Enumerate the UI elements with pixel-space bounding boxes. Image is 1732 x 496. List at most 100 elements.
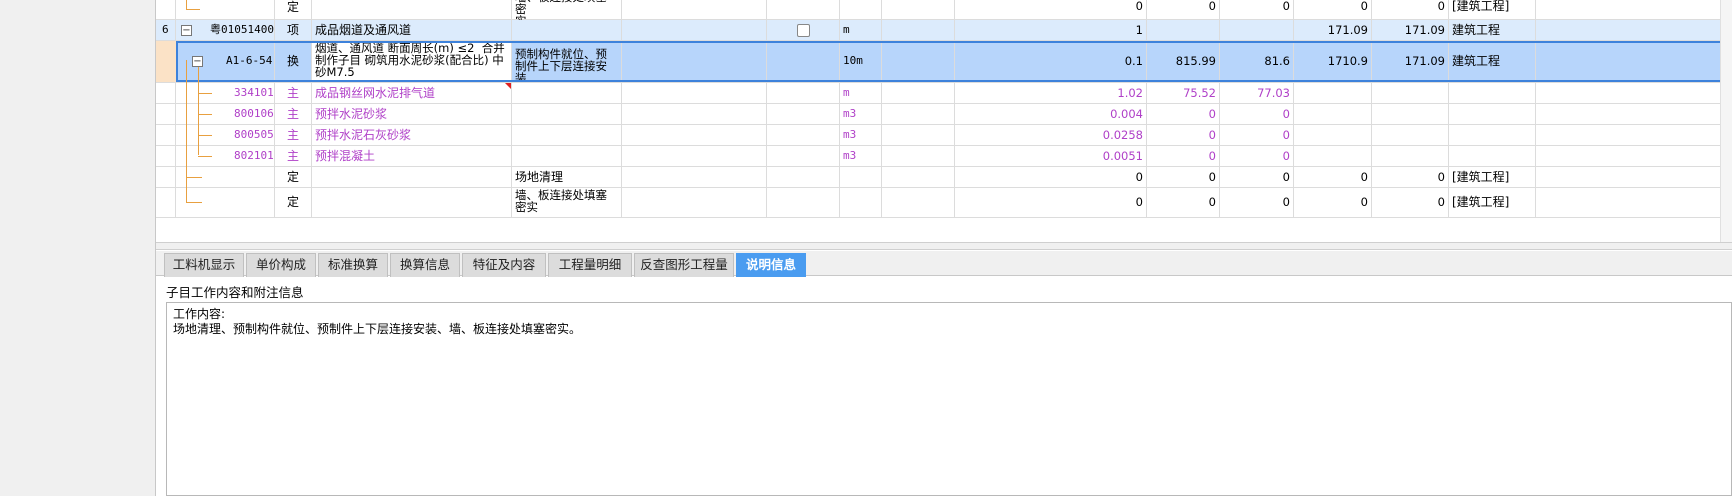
name-cell[interactable]: 成品烟道及通风道 xyxy=(312,20,512,40)
type-cell: 主 xyxy=(275,83,312,103)
tree-line xyxy=(198,67,199,155)
type-cell: 主 xyxy=(275,125,312,145)
tab-conversion-info[interactable]: 换算信息 xyxy=(390,253,460,277)
composite-total-cell: 0 xyxy=(1372,167,1449,187)
feature-cell[interactable]: 墙、板连接处填塞密实 xyxy=(512,188,622,217)
type-cell: 定 xyxy=(275,188,312,217)
vertical-scrollbar[interactable] xyxy=(1720,0,1732,242)
major-cell: 建筑工程 xyxy=(1449,20,1536,40)
price-cell: 0 xyxy=(1147,0,1220,19)
composite-price-cell: 171.09 xyxy=(1294,20,1372,40)
major-cell: [建筑工程] xyxy=(1449,167,1536,187)
composite-price-cell: 0 xyxy=(1294,0,1372,19)
composite-total-cell: 171.09 xyxy=(1372,41,1449,82)
budget-grid: 定 墙、板连接处填塞密 实 0 0 0 0 0 [建筑工程] 6 粤010514… xyxy=(156,0,1732,242)
table-row-material[interactable]: 80210180 主 预拌混凝土 m3 0.0051 0 0 xyxy=(156,146,1732,167)
qty-cell: 1.02 xyxy=(955,83,1147,103)
tree-line xyxy=(198,156,212,157)
splitter[interactable] xyxy=(156,242,1732,250)
qty-cell: 1 xyxy=(955,20,1147,40)
qty-cell: 0.1 xyxy=(955,41,1147,82)
tab-labor-material-machine[interactable]: 工料机显示 xyxy=(164,253,244,277)
table-row-material[interactable]: 3341019004 主 成品钢丝网水泥排气道 m 1.02 75.52 77.… xyxy=(156,83,1732,104)
tab-features-content[interactable]: 特征及内容 xyxy=(462,253,546,277)
composite-price-cell: 1710.9 xyxy=(1294,41,1372,82)
table-row-item-6[interactable]: 6 粤010514003… 项 成品烟道及通风道 m 1 171.09 171.… xyxy=(156,20,1732,41)
comment-marker-icon xyxy=(505,83,511,89)
price-cell: 0 xyxy=(1147,167,1220,187)
tree-line xyxy=(198,135,212,136)
collapse-icon[interactable]: − xyxy=(192,56,203,67)
code-cell[interactable]: 80050510 xyxy=(176,125,275,145)
code-cell[interactable]: 80210180 xyxy=(176,146,275,166)
amount-cell: 77.03 xyxy=(1220,83,1294,103)
tab-description-info[interactable]: 说明信息 xyxy=(736,253,806,277)
collapse-icon[interactable]: − xyxy=(181,25,192,36)
tab-unit-price-composition[interactable]: 单价构成 xyxy=(246,253,316,277)
table-row-selected[interactable]: A1-6-54 换 烟道、通风道 断面周长(m) ≤2 合并制作子目 砌筑用水泥… xyxy=(156,41,1732,83)
tree-line xyxy=(186,202,202,203)
code-cell[interactable]: 80010690 xyxy=(176,104,275,124)
qty-cell: 0.0258 xyxy=(955,125,1147,145)
amount-cell: 0 xyxy=(1220,167,1294,187)
name-cell[interactable]: 预拌水泥砂浆 xyxy=(312,104,512,124)
tree-line xyxy=(186,60,187,203)
amount-cell: 0 xyxy=(1220,146,1294,166)
price-cell: 0 xyxy=(1147,104,1220,124)
price-cell: 0 xyxy=(1147,125,1220,145)
composite-price-cell: 0 xyxy=(1294,167,1372,187)
info-line: 工作内容: xyxy=(173,307,226,321)
price-cell: 75.52 xyxy=(1147,83,1220,103)
table-row-material[interactable]: 80010690 主 预拌水泥砂浆 m3 0.004 0 0 xyxy=(156,104,1732,125)
type-cell: 主 xyxy=(275,104,312,124)
name-cell[interactable]: 成品钢丝网水泥排气道 xyxy=(312,83,512,103)
info-text-area[interactable]: 工作内容: 场地清理、预制构件就位、预制件上下层连接安装、墙、板连接处填塞密实。 xyxy=(166,302,1732,496)
type-cell: 换 xyxy=(275,41,312,82)
type-cell: 项 xyxy=(275,20,312,40)
type-cell: 定 xyxy=(275,0,312,19)
composite-total-cell: 0 xyxy=(1372,0,1449,19)
name-cell[interactable]: 烟道、通风道 断面周长(m) ≤2 合并制作子目 砌筑用水泥砂浆(配合比) 中砂… xyxy=(312,41,512,82)
code-cell[interactable]: A1-6-54 xyxy=(176,41,275,82)
info-section-title: 子目工作内容和附注信息 xyxy=(166,285,304,300)
qty-cell: 0.004 xyxy=(955,104,1147,124)
qty-cell: 0 xyxy=(955,167,1147,187)
qty-cell: 0.0051 xyxy=(955,146,1147,166)
name-cell[interactable]: 预拌水泥石灰砂浆 xyxy=(312,125,512,145)
composite-total-cell: 0 xyxy=(1372,188,1449,217)
price-cell: 0 xyxy=(1147,146,1220,166)
bottom-tab-bar: 工料机显示 单价构成 标准换算 换算信息 特征及内容 工程量明细 反查图形工程量… xyxy=(156,251,1732,277)
code-cell[interactable]: 3341019004 xyxy=(176,83,275,103)
unit-cell: m3 xyxy=(840,146,882,166)
name-cell[interactable]: 预拌混凝土 xyxy=(312,146,512,166)
tab-quantity-details[interactable]: 工程量明细 xyxy=(548,253,632,277)
tab-reverse-lookup-quantity[interactable]: 反查图形工程量 xyxy=(634,253,734,277)
info-line: 场地清理、预制构件就位、预制件上下层连接安装、墙、板连接处填塞密实。 xyxy=(173,322,582,336)
feature-cell[interactable]: 场地清理 xyxy=(512,167,622,187)
row-number: 6 xyxy=(156,20,176,40)
price-cell: 815.99 xyxy=(1147,41,1220,82)
table-row[interactable]: 定 场地清理 0 0 0 0 0 [建筑工程] xyxy=(156,167,1732,188)
unit-cell: m3 xyxy=(840,104,882,124)
tab-standard-conversion[interactable]: 标准换算 xyxy=(318,253,388,277)
tree-line xyxy=(186,9,200,10)
tree-line xyxy=(198,114,212,115)
unit-cell: m xyxy=(840,20,882,40)
table-row[interactable]: 定 墙、板连接处填塞密 实 0 0 0 0 0 [建筑工程] xyxy=(156,0,1732,20)
checkbox[interactable] xyxy=(797,24,810,37)
amount-cell: 0 xyxy=(1220,0,1294,19)
composite-total-cell: 171.09 xyxy=(1372,20,1449,40)
price-cell: 0 xyxy=(1147,188,1220,217)
major-cell: [建筑工程] xyxy=(1449,188,1536,217)
composite-price-cell: 0 xyxy=(1294,188,1372,217)
qty-cell: 0 xyxy=(955,0,1147,19)
amount-cell: 81.6 xyxy=(1220,41,1294,82)
amount-cell: 0 xyxy=(1220,188,1294,217)
feature-cell[interactable]: 预制构件就位、预制件上下层连接安装 xyxy=(512,41,622,82)
major-cell: 建筑工程 xyxy=(1449,41,1536,82)
tree-line xyxy=(198,93,212,94)
major-cell: [建筑工程] xyxy=(1449,0,1536,19)
table-row-material[interactable]: 80050510 主 预拌水泥石灰砂浆 m3 0.0258 0 0 xyxy=(156,125,1732,146)
amount-cell: 0 xyxy=(1220,125,1294,145)
table-row[interactable]: 定 墙、板连接处填塞密实 0 0 0 0 0 [建筑工程] xyxy=(156,188,1732,218)
